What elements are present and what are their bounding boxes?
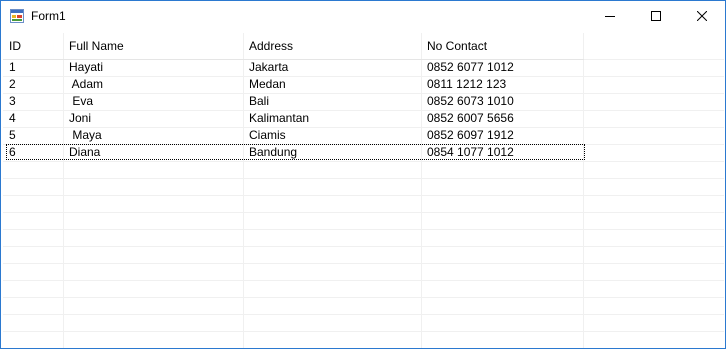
grid-line: [3, 93, 724, 94]
grid-line: [3, 212, 724, 213]
grid-line: [3, 263, 724, 264]
maximize-button[interactable]: [633, 1, 679, 32]
cell-address[interactable]: Jakarta: [249, 59, 288, 76]
cell-id[interactable]: 1: [9, 59, 16, 76]
grid-line: [3, 297, 724, 298]
column-header-address[interactable]: Address: [249, 38, 293, 55]
cell-address[interactable]: Bali: [249, 93, 269, 110]
cell-no-contact[interactable]: 0854 1077 1012: [427, 144, 514, 161]
grid-line: [3, 280, 724, 281]
data-grid[interactable]: ID Full Name Address No Contact 1 Hayati…: [3, 33, 724, 348]
grid-line: [3, 178, 724, 179]
grid-line: [3, 195, 724, 196]
column-header-id[interactable]: ID: [9, 38, 21, 55]
cell-full-name[interactable]: Eva: [69, 93, 93, 110]
cell-no-contact[interactable]: 0811 1212 123: [427, 76, 506, 93]
cell-address[interactable]: Bandung: [249, 144, 297, 161]
grid-line: [421, 33, 422, 348]
cell-full-name[interactable]: Hayati: [69, 59, 103, 76]
close-icon: [696, 10, 708, 24]
grid-line: [583, 33, 584, 348]
close-button[interactable]: [679, 1, 725, 32]
cell-full-name[interactable]: Diana: [69, 144, 100, 161]
cell-id[interactable]: 4: [9, 110, 16, 127]
cell-full-name[interactable]: Joni: [69, 110, 91, 127]
maximize-icon: [651, 10, 661, 24]
grid-line: [3, 331, 724, 332]
cell-no-contact[interactable]: 0852 6007 5656: [427, 110, 514, 127]
app-icon: [10, 9, 24, 23]
cell-address[interactable]: Kalimantan: [249, 110, 309, 127]
column-header-no-contact[interactable]: No Contact: [427, 38, 487, 55]
minimize-icon: [605, 10, 615, 24]
cell-id[interactable]: 2: [9, 76, 16, 93]
cell-id[interactable]: 6: [9, 144, 16, 161]
grid-line: [3, 76, 724, 77]
cell-address[interactable]: Medan: [249, 76, 286, 93]
cell-id[interactable]: 3: [9, 93, 16, 110]
cell-no-contact[interactable]: 0852 6097 1912: [427, 127, 514, 144]
cell-full-name[interactable]: Adam: [69, 76, 103, 93]
title-bar[interactable]: Form1: [1, 1, 725, 32]
cell-id[interactable]: 5: [9, 127, 16, 144]
cell-address[interactable]: Ciamis: [249, 127, 286, 144]
grid-line: [3, 229, 724, 230]
grid-line: [3, 161, 724, 162]
grid-line: [3, 314, 724, 315]
minimize-button[interactable]: [587, 1, 633, 32]
cell-no-contact[interactable]: 0852 6073 1010: [427, 93, 514, 110]
grid-line: [63, 33, 64, 348]
grid-line: [3, 110, 724, 111]
grid-line: [3, 127, 724, 128]
cell-no-contact[interactable]: 0852 6077 1012: [427, 59, 514, 76]
column-header-full-name[interactable]: Full Name: [69, 38, 124, 55]
cell-full-name[interactable]: Maya: [69, 127, 101, 144]
grid-line: [3, 246, 724, 247]
window-title: Form1: [31, 9, 66, 23]
grid-line: [243, 33, 244, 348]
main-window: Form1 ID Full Name Address No Contact 1 …: [0, 0, 726, 349]
